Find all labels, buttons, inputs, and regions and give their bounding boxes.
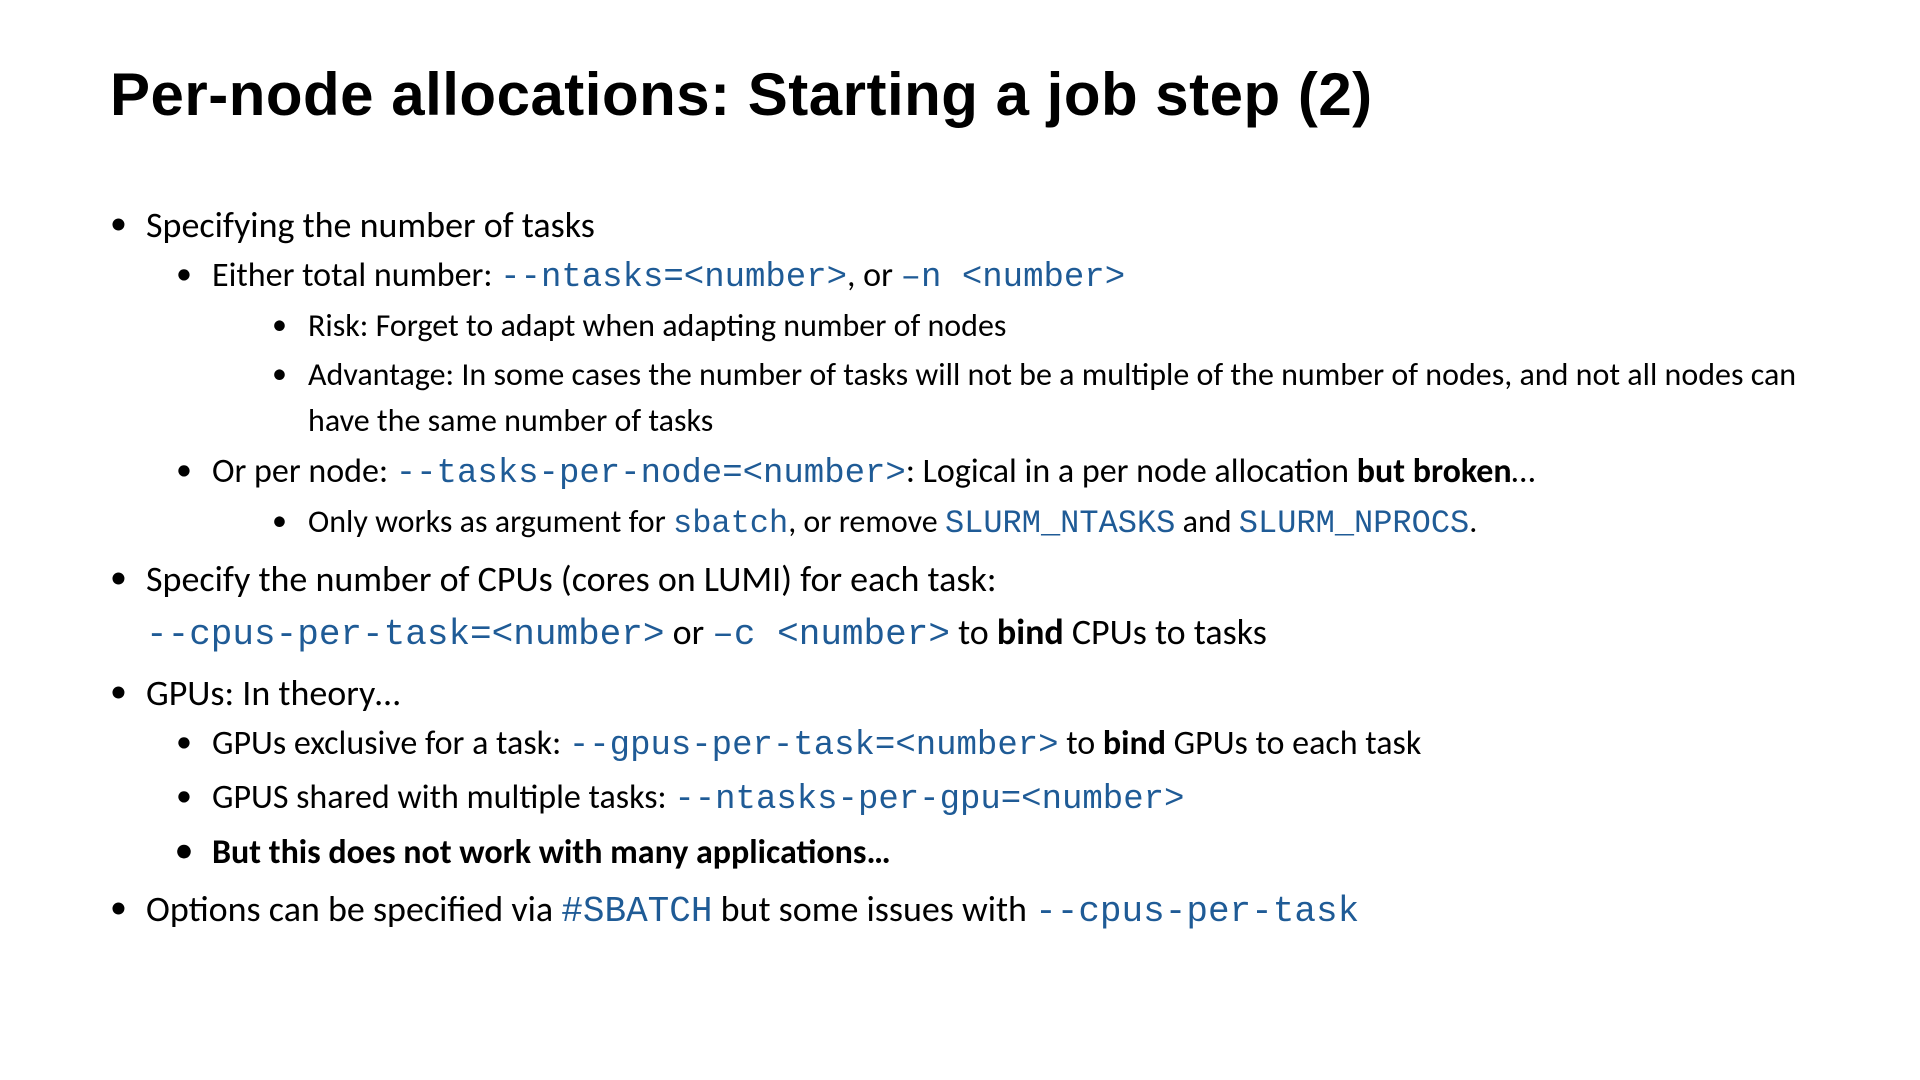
bullet-ntasks: Either total number: --ntasks=<number>, … <box>176 251 1810 444</box>
text: … <box>1512 451 1535 492</box>
text: GPUs: In theory… <box>146 671 400 715</box>
bullet-only-works: Only works as argument for sbatch, or re… <box>272 499 1810 547</box>
code-c-short: –c <number> <box>712 614 950 655</box>
text: : Logical in a per node allocation <box>906 451 1357 492</box>
bullet-specifying-tasks: Specifying the number of tasks Either to… <box>110 199 1810 547</box>
text: Options can be specified via <box>146 887 561 931</box>
text: to <box>1059 723 1103 764</box>
subsublist: Risk: Forget to adapt when adapting numb… <box>212 303 1810 444</box>
slide-title: Per-node allocations: Starting a job ste… <box>110 60 1810 129</box>
text: GPUS shared with multiple tasks: <box>212 777 674 818</box>
text: Either total number: <box>212 255 500 296</box>
text: Specify the number of CPUs (cores on LUM… <box>146 557 997 601</box>
code-cpus-per-task: --cpus-per-task=<number> <box>146 614 664 655</box>
text-bold: bind <box>997 610 1064 654</box>
bullet-gpus-shared: GPUS shared with multiple tasks: --ntask… <box>176 773 1810 825</box>
code-hash-sbatch: #SBATCH <box>561 891 712 932</box>
sublist: GPUs exclusive for a task: --gpus-per-ta… <box>146 719 1810 877</box>
bullet-options-sbatch: Options can be specified via #SBATCH but… <box>110 883 1810 938</box>
text: or <box>664 610 712 654</box>
text: , or remove <box>788 502 945 541</box>
text: and <box>1175 502 1238 541</box>
text: Specifying the number of tasks <box>146 203 595 247</box>
text: to <box>950 610 997 654</box>
code-ntasks-per-gpu: --ntasks-per-gpu=<number> <box>674 781 1184 819</box>
text: GPUs to each task <box>1166 723 1421 764</box>
code-slurm-ntasks: SLURM_NTASKS <box>945 505 1175 542</box>
text-bold: bind <box>1103 723 1166 764</box>
code-sbatch: sbatch <box>673 505 788 542</box>
code-gpus-per-task: --gpus-per-task=<number> <box>569 727 1059 765</box>
text: but some issues with <box>713 887 1036 931</box>
slide: Per-node allocations: Starting a job ste… <box>0 0 1920 1080</box>
bullet-list: Specifying the number of tasks Either to… <box>110 199 1810 938</box>
text: GPUs exclusive for a task: <box>212 723 569 764</box>
bullet-risk: Risk: Forget to adapt when adapting numb… <box>272 303 1810 349</box>
bullet-gpu-caveat: But this does not work with many applica… <box>176 828 1810 877</box>
code-cpus-per-task-2: --cpus-per-task <box>1035 891 1359 932</box>
code-ntasks: --ntasks=<number> <box>500 259 847 297</box>
text: Only works as argument for <box>308 502 673 541</box>
bullet-advantage: Advantage: In some cases the number of t… <box>272 352 1810 445</box>
bullet-tasks-per-node: Or per node: --tasks-per-node=<number>: … <box>176 447 1810 548</box>
code-tasks-per-node: --tasks-per-node=<number> <box>396 455 906 493</box>
text: . <box>1469 502 1477 541</box>
bullet-gpus-exclusive: GPUs exclusive for a task: --gpus-per-ta… <box>176 719 1810 771</box>
text-bold: but broken <box>1357 451 1512 492</box>
bullet-gpus: GPUs: In theory… GPUs exclusive for a ta… <box>110 667 1810 877</box>
code-slurm-nprocs: SLURM_NPROCS <box>1239 505 1469 542</box>
sublist: Either total number: --ntasks=<number>, … <box>146 251 1810 547</box>
subsublist: Only works as argument for sbatch, or re… <box>212 499 1810 547</box>
bullet-cpus: Specify the number of CPUs (cores on LUM… <box>110 553 1810 660</box>
text: , or <box>847 255 901 296</box>
code-n-short: –n <number> <box>901 259 1125 297</box>
text: CPUs to tasks <box>1064 610 1267 654</box>
text: Or per node: <box>212 451 396 492</box>
